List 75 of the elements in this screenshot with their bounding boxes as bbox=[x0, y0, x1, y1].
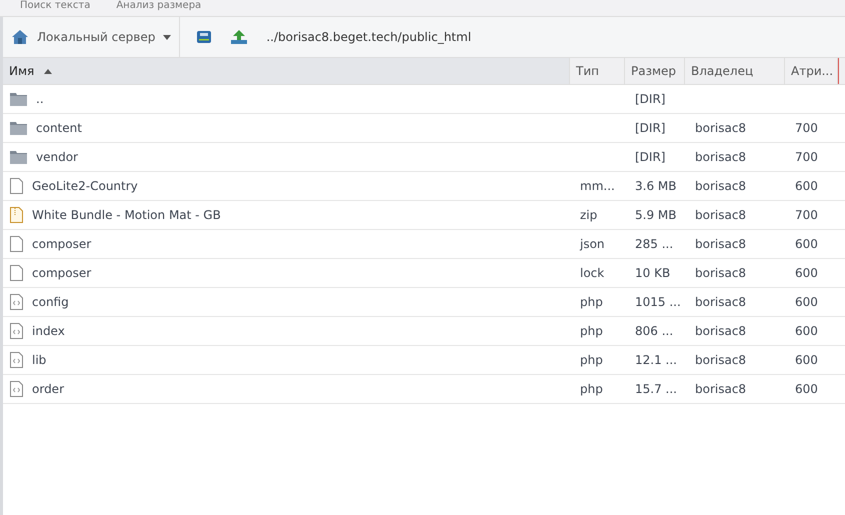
code-file-icon bbox=[10, 294, 23, 310]
column-header[interactable]: Имя bbox=[3, 58, 570, 84]
file-type: php bbox=[580, 353, 603, 367]
code-file-icon bbox=[10, 323, 23, 339]
file-name[interactable]: config bbox=[32, 295, 69, 309]
file-name[interactable]: lib bbox=[32, 353, 46, 367]
server-dropdown[interactable]: Локальный сервер bbox=[37, 30, 172, 44]
file-type: json bbox=[580, 237, 605, 251]
file-owner: borisac8 bbox=[695, 237, 746, 251]
file-owner: borisac8 bbox=[695, 150, 746, 164]
file-size: 285 ... bbox=[635, 237, 674, 251]
file-size: 1015 ... bbox=[635, 295, 681, 309]
drive-icon[interactable] bbox=[196, 30, 212, 44]
file-size: [DIR] bbox=[635, 92, 666, 106]
file-owner: borisac8 bbox=[695, 179, 746, 193]
file-size: 806 ... bbox=[635, 324, 674, 338]
file-type: php bbox=[580, 295, 603, 309]
file-owner: borisac8 bbox=[695, 382, 746, 396]
file-size: 15.7 ... bbox=[635, 382, 677, 396]
column-header[interactable]: Размер bbox=[625, 58, 685, 84]
file-icon bbox=[10, 265, 23, 281]
file-size: [DIR] bbox=[635, 121, 666, 135]
sort-icon bbox=[44, 68, 52, 74]
file-owner: borisac8 bbox=[695, 121, 746, 135]
file-type: php bbox=[580, 382, 603, 396]
file-type: zip bbox=[580, 208, 598, 222]
file-owner: borisac8 bbox=[695, 295, 746, 309]
code-file-icon bbox=[10, 381, 23, 397]
file-name[interactable]: content bbox=[36, 121, 82, 135]
file-name[interactable]: composer bbox=[32, 266, 92, 280]
file-attributes: 700 bbox=[795, 208, 818, 222]
file-name[interactable]: GeoLite2-Country bbox=[32, 179, 138, 193]
file-name[interactable]: index bbox=[32, 324, 65, 338]
file-attributes: 600 bbox=[795, 382, 818, 396]
file-type: lock bbox=[580, 266, 604, 280]
file-attributes: 600 bbox=[795, 266, 818, 280]
menu-item[interactable]: Поиск текста bbox=[20, 0, 90, 16]
file-attributes: 600 bbox=[795, 295, 818, 309]
code-file-icon bbox=[10, 352, 23, 368]
folder-icon bbox=[10, 121, 27, 135]
file-owner: borisac8 bbox=[695, 324, 746, 338]
file-owner: borisac8 bbox=[695, 208, 746, 222]
archive-file-icon bbox=[10, 207, 23, 223]
file-type: mm... bbox=[580, 179, 615, 193]
file-attributes: 600 bbox=[795, 179, 818, 193]
column-header[interactable]: Тип bbox=[570, 58, 625, 84]
file-name[interactable]: .. bbox=[36, 92, 44, 106]
file-attributes: 600 bbox=[795, 237, 818, 251]
file-type: php bbox=[580, 324, 603, 338]
file-owner: borisac8 bbox=[695, 266, 746, 280]
folder-icon bbox=[10, 150, 27, 164]
file-attributes: 700 bbox=[795, 150, 818, 164]
file-name[interactable]: order bbox=[32, 382, 64, 396]
column-header[interactable]: Владелец bbox=[685, 58, 785, 84]
file-owner: borisac8 bbox=[695, 353, 746, 367]
file-size: [DIR] bbox=[635, 150, 666, 164]
upload-icon[interactable] bbox=[230, 29, 248, 45]
folder-icon bbox=[10, 92, 27, 106]
file-name[interactable]: composer bbox=[32, 237, 92, 251]
file-attributes: 600 bbox=[795, 324, 818, 338]
file-name[interactable]: vendor bbox=[36, 150, 78, 164]
file-size: 12.1 ... bbox=[635, 353, 677, 367]
menu-item[interactable]: Анализ размера bbox=[116, 0, 202, 16]
file-icon bbox=[10, 178, 23, 194]
caret-icon bbox=[163, 34, 172, 40]
path-label: ../borisac8.beget.tech/public_html bbox=[266, 30, 472, 44]
column-header[interactable]: Атри... bbox=[785, 58, 838, 84]
file-size: 10 KB bbox=[635, 266, 670, 280]
file-name[interactable]: White Bundle - Motion Mat - GB bbox=[32, 208, 221, 222]
file-attributes: 700 bbox=[795, 121, 818, 135]
house-icon bbox=[11, 28, 29, 46]
file-size: 5.9 MB bbox=[635, 208, 676, 222]
file-icon bbox=[10, 236, 23, 252]
file-size: 3.6 MB bbox=[635, 179, 676, 193]
file-attributes: 600 bbox=[795, 353, 818, 367]
